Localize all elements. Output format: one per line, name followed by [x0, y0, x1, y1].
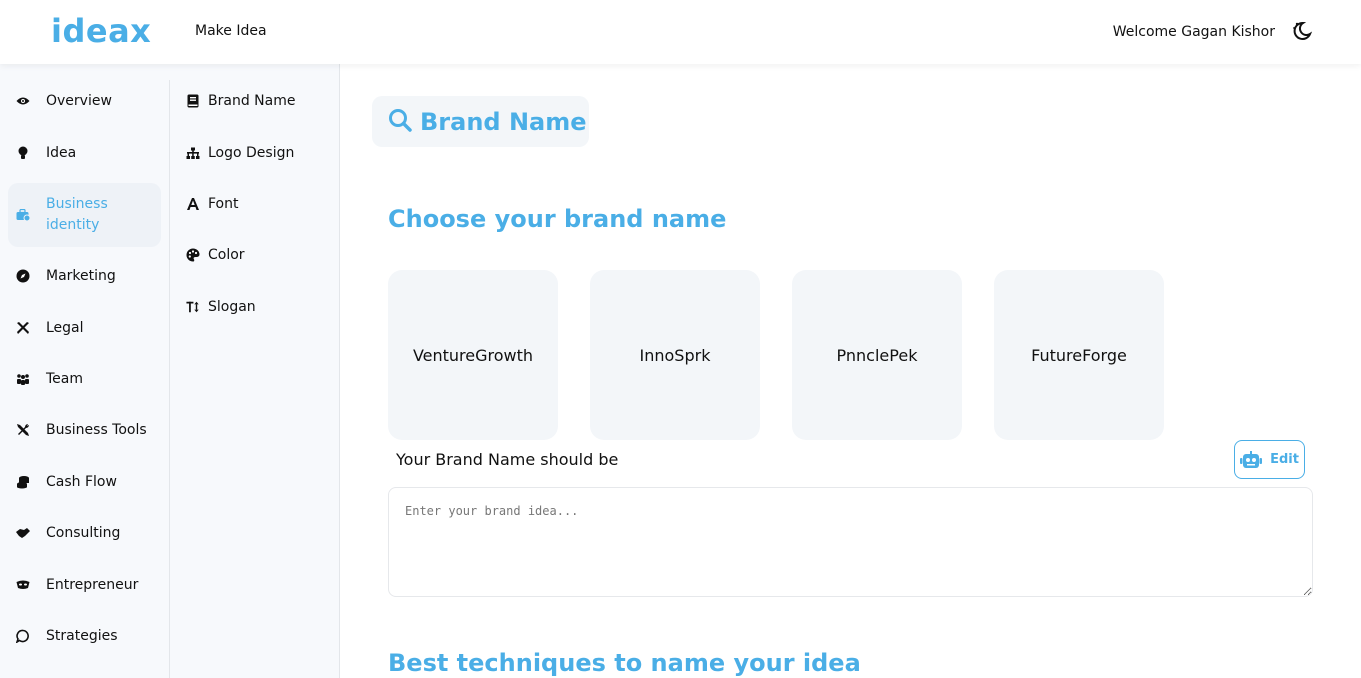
sidebar-item-label: Marketing: [46, 268, 116, 284]
page-title-chip: Brand Name: [372, 96, 589, 147]
brand-name-card[interactable]: VentureGrowth: [388, 270, 558, 440]
sidebar-item-legal[interactable]: Legal: [8, 319, 161, 337]
app-logo[interactable]: ideax: [51, 12, 151, 50]
welcome-text: Welcome Gagan Kishor: [1112, 24, 1275, 40]
brand-name-card[interactable]: FutureForge: [994, 270, 1164, 440]
sitemap-icon: [186, 146, 200, 160]
sidebar-item-label: Legal: [46, 320, 84, 336]
edit-button[interactable]: Edit: [1234, 440, 1305, 479]
robot-icon: [1240, 450, 1263, 468]
tools-icon: [16, 321, 30, 335]
sidebar-item-label: Business identity: [46, 196, 108, 233]
chat-icon: [16, 629, 30, 643]
subnav-item-label: Brand Name: [208, 93, 296, 109]
sidebar-item-label: Entrepreneur: [46, 577, 139, 593]
moon-icon[interactable]: [1291, 20, 1313, 42]
subnav-item-logo-design[interactable]: Logo Design: [186, 144, 294, 162]
font-icon: [186, 197, 200, 211]
sidebar-item-label: Business Tools: [46, 422, 147, 438]
sidebar-item-label: Overview: [46, 93, 112, 109]
handshake-icon: [16, 526, 30, 540]
coins-icon: [16, 475, 30, 489]
brand-name-prompt-label: Your Brand Name should be: [396, 450, 619, 469]
sidebar-item-label: Idea: [46, 145, 77, 161]
sidebar-item-entrepreneur[interactable]: Entrepreneur: [8, 576, 161, 594]
sidebar-item-label: Consulting: [46, 525, 121, 541]
briefcase-icon: [16, 208, 30, 222]
search-icon: [388, 108, 412, 136]
compass-icon: [16, 269, 30, 283]
text-height-icon: [186, 300, 200, 314]
sidebar-item-cash-flow[interactable]: Cash Flow: [8, 473, 161, 491]
eye-icon: [16, 94, 30, 108]
subnav-item-font[interactable]: Font: [186, 195, 238, 213]
sidebar-item-strategies[interactable]: Strategies: [8, 627, 161, 645]
team-icon: [16, 372, 30, 386]
sidebar-item-label: Strategies: [46, 628, 118, 644]
sidebar-item-team[interactable]: Team: [8, 370, 161, 388]
subnav-item-label: Logo Design: [208, 145, 295, 161]
palette-icon: [186, 248, 200, 262]
sidebar-item-label: Cash Flow: [46, 474, 117, 490]
sidebar-item-label: Team: [46, 371, 84, 387]
choose-heading: Choose your brand name: [388, 205, 727, 233]
sidebar-item-business-identity[interactable]: Business identity: [8, 183, 161, 247]
subnav-item-brand-name[interactable]: Brand Name: [186, 92, 295, 110]
techniques-heading: Best techniques to name your idea: [388, 649, 861, 677]
subnav-item-label: Slogan: [208, 299, 256, 315]
subnav-item-label: Color: [208, 247, 245, 263]
subnav-item-slogan[interactable]: Slogan: [186, 298, 256, 316]
screwdriver-wrench-icon: [16, 423, 30, 437]
subnav-item-label: Font: [208, 196, 239, 212]
edit-button-label: Edit: [1270, 452, 1299, 467]
brand-name-card[interactable]: InnoSprk: [590, 270, 760, 440]
top-bar: ideax Make Idea Welcome Gagan Kishor: [0, 0, 1361, 64]
mask-icon: [16, 578, 30, 592]
sidebar-item-consulting[interactable]: Consulting: [8, 524, 161, 542]
brand-name-card[interactable]: PnnclePek: [792, 270, 962, 440]
sidebar-item-marketing[interactable]: Marketing: [8, 267, 161, 285]
main-content: Brand Name Choose your brand name Ventur…: [341, 64, 1361, 678]
lightbulb-icon: [16, 146, 30, 160]
page-title: Brand Name: [420, 107, 587, 136]
brand-idea-input[interactable]: [388, 487, 1313, 597]
subnav-item-color[interactable]: Color: [186, 246, 245, 264]
make-idea-link[interactable]: Make Idea: [195, 23, 267, 39]
sidebar-item-idea[interactable]: Idea: [8, 144, 161, 162]
book-icon: [186, 94, 200, 108]
sidebar-item-business-tools[interactable]: Business Tools: [8, 421, 161, 439]
sidebar-item-overview[interactable]: Overview: [8, 92, 161, 110]
